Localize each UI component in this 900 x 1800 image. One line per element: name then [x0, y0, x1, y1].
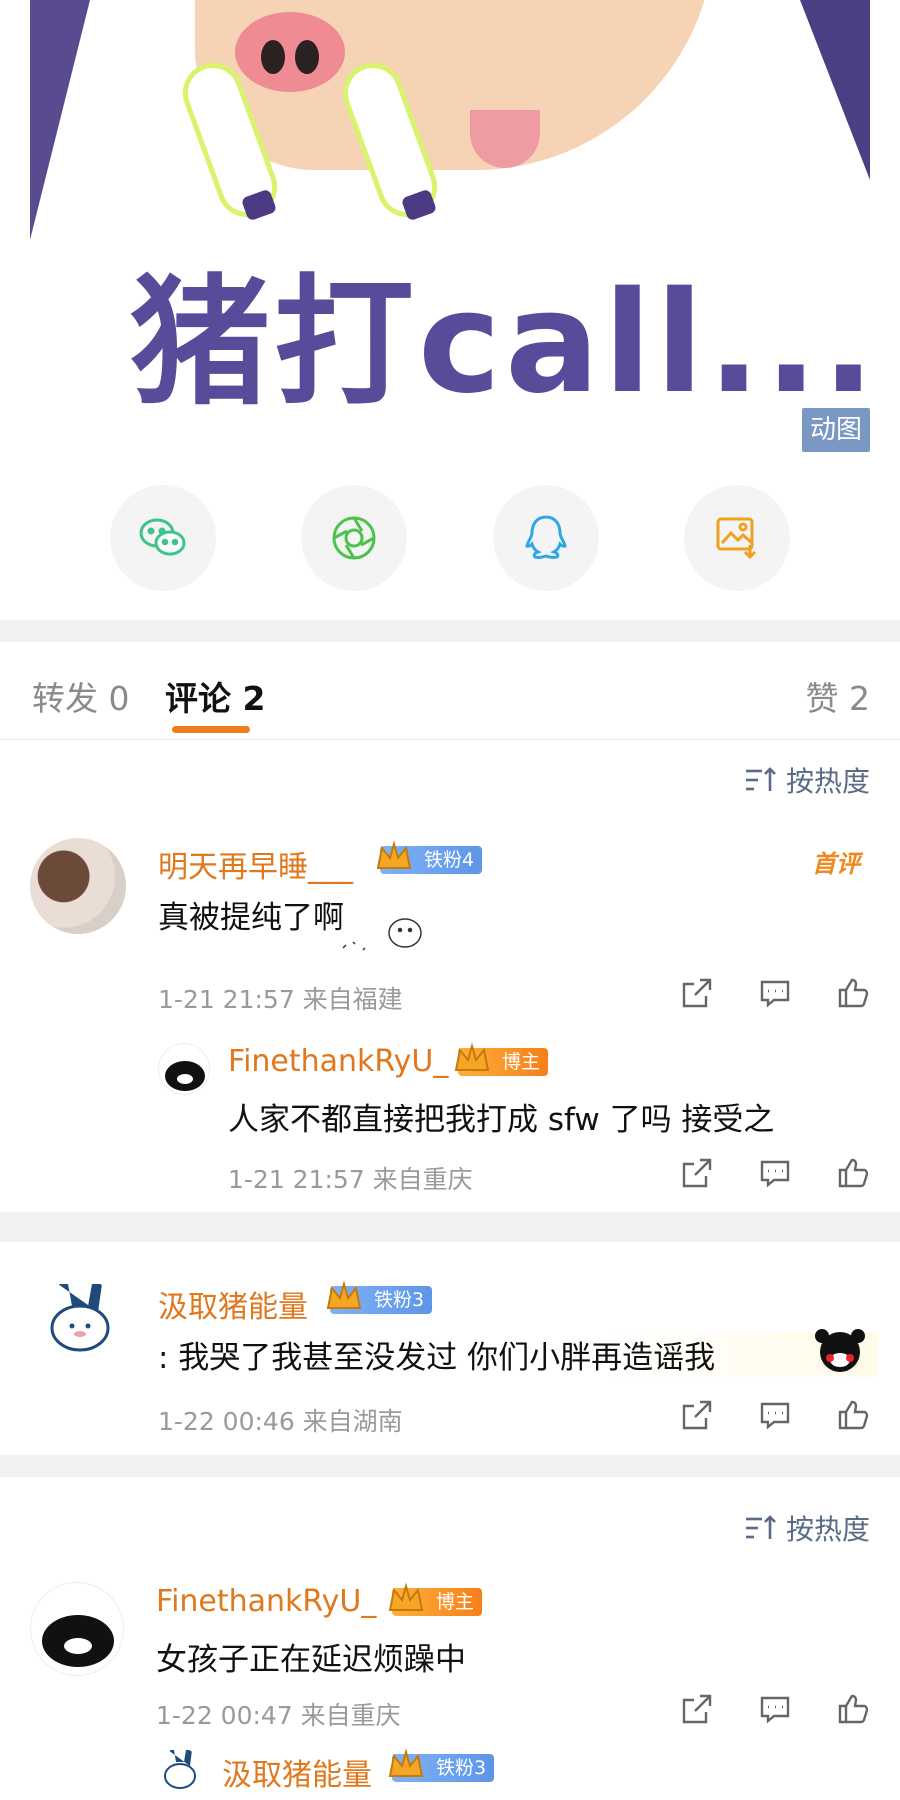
crown-icon	[454, 1042, 490, 1071]
comment-icon[interactable]	[758, 1692, 792, 1726]
comment-icon[interactable]	[758, 976, 792, 1010]
comment-icon[interactable]	[758, 1156, 792, 1190]
qq-icon	[524, 515, 567, 559]
interaction-tabs: 转发 0 评论 2 赞 2	[0, 640, 900, 740]
share-icon[interactable]	[680, 1398, 714, 1432]
crown-icon	[388, 1748, 424, 1777]
avatar[interactable]	[158, 1748, 202, 1794]
background-shape	[30, 0, 90, 240]
comment-meta: 1-22 00:46 来自湖南	[158, 1407, 403, 1436]
comment-meta: 1-21 21:57 来自福建	[158, 985, 403, 1014]
avatar[interactable]	[40, 1278, 120, 1364]
blogger-badge-label: 博主	[502, 1051, 541, 1073]
sticker-decoration	[342, 918, 422, 951]
fan-badge: 铁粉4	[376, 840, 483, 874]
pig-nose	[235, 12, 345, 92]
fan-badge-label: 铁粉3	[374, 1289, 425, 1311]
fan-badge-label: 铁粉4	[424, 849, 475, 871]
like-icon[interactable]	[836, 1692, 870, 1726]
sort-icon	[745, 767, 776, 791]
tab-comments[interactable]: 评论 2	[165, 672, 265, 720]
pig-nostril	[295, 40, 319, 74]
sort-by-hot-button[interactable]: 按热度	[744, 1508, 870, 1548]
first-comment-label: 首评	[812, 850, 860, 878]
avatar[interactable]	[30, 838, 126, 934]
crown-icon	[376, 840, 412, 869]
avatar-pig-icon	[42, 1615, 114, 1667]
comment-username[interactable]: FinethankRyU_	[156, 1584, 376, 1619]
background-shape	[800, 0, 870, 180]
comment-text: : 我哭了我甚至没发过 你们小胖再造谣我	[158, 1332, 878, 1377]
avatar[interactable]	[30, 1582, 124, 1676]
crown-icon	[326, 1280, 362, 1309]
reply-actions	[680, 1156, 870, 1190]
comment-username[interactable]: 明天再早睡___	[158, 842, 353, 886]
gif-frame: 猪打call...	[30, 0, 870, 455]
comment-text: 真被提纯了啊	[158, 900, 344, 936]
comment-icon[interactable]	[758, 1398, 792, 1432]
tab-likes[interactable]: 赞 2	[806, 672, 871, 720]
fan-badge: 铁粉3	[326, 1280, 433, 1314]
wechat-icon	[139, 518, 186, 556]
share-qq-button[interactable]	[492, 485, 599, 591]
reply-username[interactable]: FinethankRyU_	[228, 1044, 448, 1079]
like-icon[interactable]	[836, 1156, 870, 1190]
like-icon[interactable]	[836, 1398, 870, 1432]
fan-badge: 铁粉3	[388, 1748, 495, 1782]
active-tab-indicator	[172, 726, 250, 733]
moments-icon	[332, 516, 376, 560]
gif-badge: 动图	[802, 408, 870, 452]
post-image[interactable]: 猪打call... 动图	[0, 0, 900, 460]
reply-text: 人家不都直接把我打成 sfw 了吗 接受之	[228, 1102, 775, 1138]
avatar[interactable]	[158, 1043, 210, 1095]
image-caption: 猪打call...	[130, 262, 870, 425]
section-divider	[0, 1455, 900, 1477]
bear-sticker	[815, 1329, 865, 1372]
comment-text: 女孩子正在延迟烦躁中	[156, 1642, 466, 1678]
sort-by-hot-button[interactable]: 按热度	[744, 760, 870, 800]
comment-actions	[680, 1398, 870, 1432]
save-image-icon	[716, 517, 757, 560]
section-divider	[0, 620, 900, 642]
share-wechat-button[interactable]	[110, 485, 216, 591]
comment-actions	[680, 1692, 870, 1726]
comment-meta: 1-22 00:47 来自重庆	[156, 1701, 401, 1730]
share-icon[interactable]	[680, 1156, 714, 1190]
share-icon[interactable]	[680, 1692, 714, 1726]
sort-label: 按热度	[785, 1513, 870, 1546]
reply-meta: 1-21 21:57 来自重庆	[228, 1165, 473, 1194]
reply-username[interactable]: 汲取猪能量	[222, 1750, 372, 1794]
tab-repost[interactable]: 转发 0	[32, 672, 130, 720]
comment-username[interactable]: 汲取猪能量	[158, 1282, 308, 1326]
share-icon[interactable]	[680, 976, 714, 1010]
avatar-rabbit-icon	[164, 1750, 196, 1789]
like-icon[interactable]	[836, 976, 870, 1010]
blogger-badge-label: 博主	[436, 1591, 475, 1613]
avatar-pig-icon	[165, 1061, 205, 1091]
fan-badge-label: 铁粉3	[436, 1757, 487, 1779]
section-divider	[0, 1212, 900, 1242]
comment-actions	[680, 976, 870, 1010]
sort-label: 按热度	[785, 765, 870, 798]
sort-icon	[745, 1515, 776, 1539]
share-moments-button[interactable]	[301, 485, 408, 591]
blogger-badge: 博主	[454, 1042, 549, 1076]
share-row	[110, 485, 790, 591]
pig-nostril	[261, 40, 285, 74]
blogger-badge: 博主	[388, 1582, 483, 1616]
avatar-rabbit-icon	[50, 1284, 110, 1352]
crown-icon	[388, 1582, 424, 1611]
save-image-button[interactable]	[683, 485, 790, 591]
